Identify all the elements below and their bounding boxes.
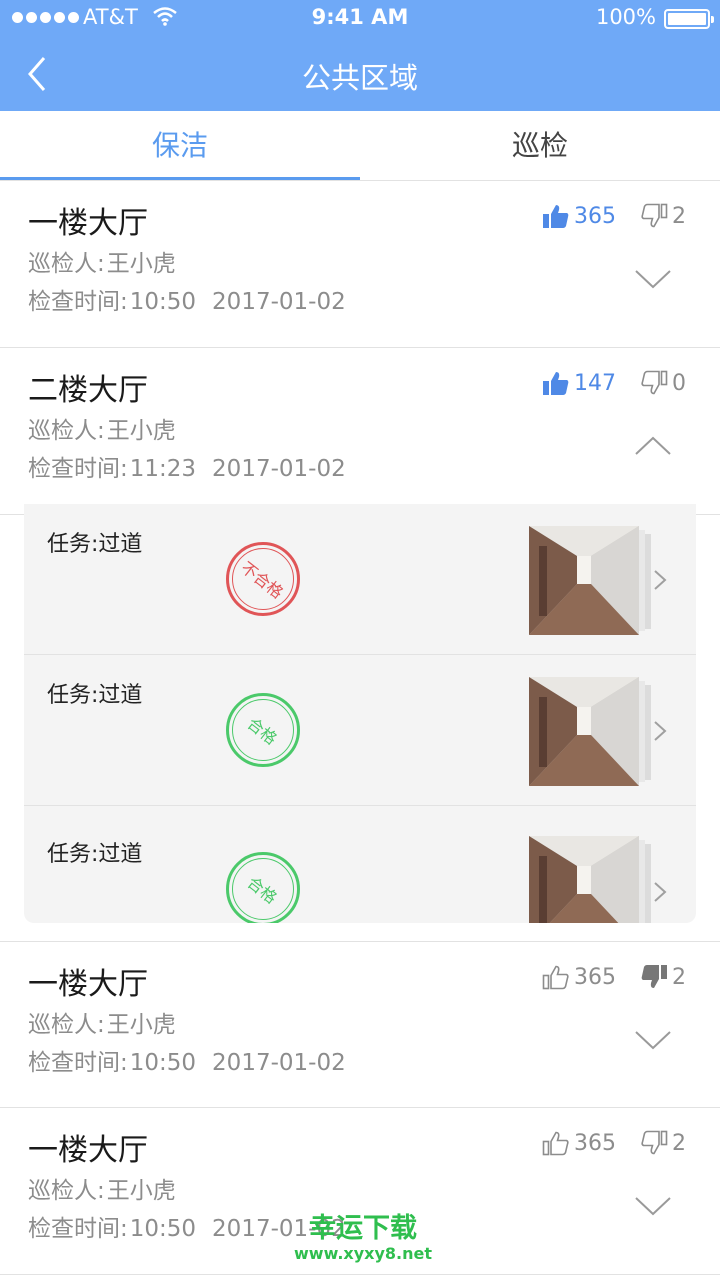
task-name: 过道 (98, 842, 143, 867)
task-label-line: 任务:过道 (47, 526, 142, 558)
app-header: AT&T 9:41 AM 100% 公共区域 (0, 0, 720, 111)
tab-inspection[interactable]: 巡检 (360, 111, 720, 181)
battery-icon (664, 9, 714, 29)
thumbs-down-filled-icon (641, 965, 667, 988)
watermark-text: 幸运下载 (309, 1213, 417, 1244)
task-label-line: 任务:过道 (47, 836, 142, 868)
area-name: 一楼大厅 (28, 967, 148, 1002)
task-name: 过道 (98, 532, 143, 557)
inspector-name: 王小虎 (106, 1178, 176, 1204)
expand-chevron-down-icon[interactable] (634, 1028, 672, 1052)
thumbs-up-outline-icon (542, 965, 569, 990)
like-button[interactable]: 147 (542, 368, 616, 398)
task-row[interactable]: 任务:过道 合格 (24, 655, 696, 806)
stamp-text: 合格 (243, 713, 281, 749)
record-card[interactable]: 一楼大厅 巡检人:王小虎 检查时间:10:50 2017-01-02 365 2 (0, 181, 720, 348)
task-label-line: 任务:过道 (47, 677, 142, 709)
check-date: 2017-01-02 (212, 456, 346, 482)
dislike-count: 2 (672, 1130, 686, 1156)
inspector-line: 巡检人:王小虎 (28, 1171, 176, 1205)
watermark-url: www.xyxy8.net (294, 1244, 432, 1263)
dislike-button[interactable]: 0 (640, 368, 686, 398)
inspector-name: 王小虎 (106, 1012, 176, 1038)
task-panel: 任务:过道 不合格 任务:过道 合格 任务:过道 合格 (24, 504, 696, 923)
like-count: 365 (574, 1130, 616, 1156)
thumbs-up-icon (543, 205, 569, 228)
like-button[interactable]: 365 (542, 962, 616, 992)
active-tab-indicator (0, 177, 360, 180)
inspector-name: 王小虎 (106, 251, 176, 277)
check-time-line: 检查时间:10:50 2017-01-02 (28, 1043, 346, 1077)
inspector-label: 巡检人: (28, 418, 105, 444)
record-card-expanded[interactable]: 二楼大厅 巡检人:王小虎 检查时间:11:23 2017-01-02 147 0 (0, 348, 720, 515)
stamp-text: 合格 (243, 872, 281, 908)
check-time-label: 检查时间: (28, 289, 128, 315)
corridor-photo-thumbnail[interactable] (529, 836, 653, 923)
check-time: 10:50 (129, 289, 197, 315)
corridor-photo-thumbnail[interactable] (529, 526, 653, 635)
chevron-right-icon (654, 882, 667, 902)
watermark: 幸运下载 www.xyxy8.net (283, 1214, 443, 1264)
battery-percent: 100% (595, 5, 656, 29)
like-count: 365 (574, 964, 616, 990)
inspector-name: 王小虎 (106, 418, 176, 444)
check-time: 10:50 (129, 1050, 197, 1076)
status-bar: AT&T 9:41 AM 100% (0, 0, 720, 36)
inspector-line: 巡检人:王小虎 (28, 411, 176, 445)
fail-stamp: 不合格 (226, 542, 300, 616)
dislike-count: 2 (672, 203, 686, 229)
inspector-label: 巡检人: (28, 251, 105, 277)
page-title: 公共区域 (301, 61, 418, 95)
check-time-label: 检查时间: (28, 1216, 128, 1242)
tab-bar: 保洁 巡检 (0, 111, 720, 181)
thumbs-down-icon (641, 203, 668, 228)
pass-stamp: 合格 (226, 693, 300, 767)
check-time-line: 检查时间:11:23 2017-01-02 (28, 449, 346, 483)
dislike-button[interactable]: 2 (640, 1128, 686, 1158)
collapse-chevron-up-icon[interactable] (634, 434, 672, 458)
like-count: 147 (574, 370, 616, 396)
area-name: 一楼大厅 (28, 206, 148, 241)
task-label: 任务: (47, 532, 99, 557)
thumbs-up-outline-icon (542, 1131, 569, 1156)
area-name: 二楼大厅 (28, 373, 148, 408)
task-name: 过道 (98, 683, 143, 708)
like-button[interactable]: 365 (542, 201, 616, 231)
check-time: 10:50 (129, 1216, 197, 1242)
tab-cleaning[interactable]: 保洁 (0, 111, 360, 181)
thumbs-down-icon (641, 370, 668, 395)
expand-chevron-down-icon[interactable] (634, 267, 672, 291)
expand-chevron-down-icon[interactable] (634, 1194, 672, 1218)
check-time-line: 检查时间:10:50 2017-01-02 (28, 282, 346, 316)
like-count: 365 (574, 203, 616, 229)
chevron-right-icon (654, 570, 667, 590)
check-time-label: 检查时间: (28, 1050, 128, 1076)
check-time: 11:23 (129, 456, 197, 482)
chevron-right-icon (654, 721, 667, 741)
dislike-button[interactable]: 2 (640, 962, 686, 992)
check-date: 2017-01-02 (212, 289, 346, 315)
inspector-line: 巡检人:王小虎 (28, 1005, 176, 1039)
record-card[interactable]: 一楼大厅 巡检人:王小虎 检查时间:10:50 2017-01-02 365 2 (0, 941, 720, 1108)
area-name: 一楼大厅 (28, 1133, 148, 1168)
thumbs-up-icon (543, 372, 569, 395)
inspector-label: 巡检人: (28, 1178, 105, 1204)
task-label: 任务: (47, 683, 99, 708)
inspector-line: 巡检人:王小虎 (28, 244, 176, 278)
corridor-photo-thumbnail[interactable] (529, 677, 653, 786)
thumbs-down-icon (641, 1130, 668, 1155)
inspector-label: 巡检人: (28, 1012, 105, 1038)
dislike-count: 2 (672, 964, 686, 990)
task-row[interactable]: 任务:过道 合格 (24, 806, 696, 923)
check-time-label: 检查时间: (28, 456, 128, 482)
stamp-text: 不合格 (237, 557, 287, 603)
check-date: 2017-01-02 (212, 1050, 346, 1076)
dislike-count: 0 (672, 370, 686, 396)
dislike-button[interactable]: 2 (640, 201, 686, 231)
pass-stamp: 合格 (226, 852, 300, 923)
like-button[interactable]: 365 (542, 1128, 616, 1158)
task-row[interactable]: 任务:过道 不合格 (24, 504, 696, 655)
task-label: 任务: (47, 842, 99, 867)
